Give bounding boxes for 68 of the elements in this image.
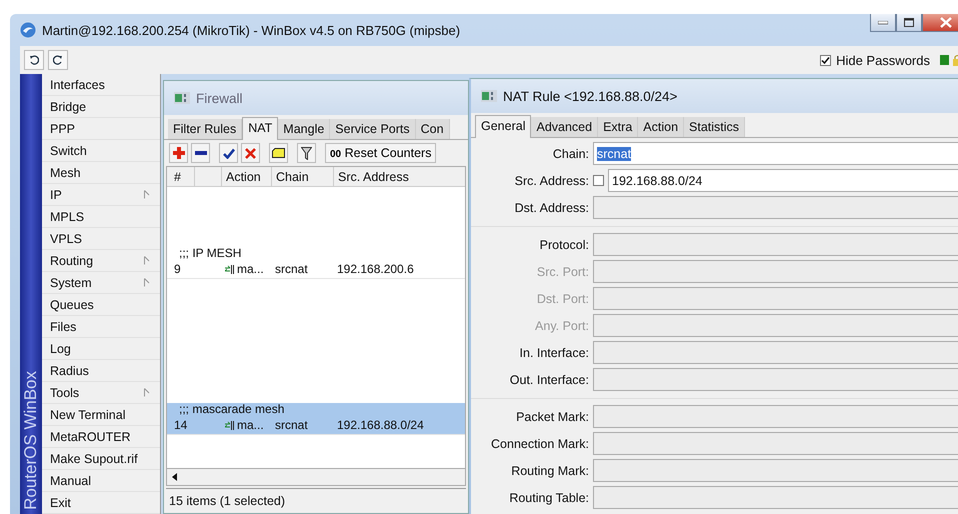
window-title: Martin@192.168.200.254 (MikroTik) - WinBox v4.5 on RB750G (mipsbe) bbox=[42, 22, 460, 38]
firewall-title: Firewall bbox=[196, 90, 243, 106]
hide-passwords-checkbox[interactable]: Hide Passwords bbox=[820, 52, 930, 68]
field-label: Routing Table: bbox=[508, 490, 589, 504]
table-cell: ma... bbox=[237, 418, 264, 432]
tab[interactable]: Action bbox=[638, 117, 684, 137]
menu-item[interactable]: Bridge bbox=[42, 96, 160, 118]
menu-item[interactable]: New Terminal bbox=[42, 404, 160, 426]
menu-item[interactable]: Queues bbox=[42, 294, 160, 316]
field-label: Dst. Address: bbox=[514, 200, 589, 214]
menu-item[interactable]: Interfaces bbox=[42, 74, 160, 96]
tab[interactable]: Service Ports bbox=[330, 119, 416, 139]
menu-item[interactable]: Mesh bbox=[42, 162, 160, 184]
tab[interactable]: Statistics bbox=[684, 117, 746, 137]
input-field[interactable]: 192.168.88.0/24 bbox=[608, 169, 958, 192]
table-cell-text: srcnat bbox=[274, 418, 309, 432]
table-cell-text: 192.168.200.6 bbox=[336, 262, 415, 276]
menu-item[interactable]: Switch bbox=[42, 140, 160, 162]
tab[interactable]: Advanced bbox=[531, 117, 598, 137]
tab[interactable]: NAT bbox=[242, 117, 278, 140]
column-header[interactable]: Action bbox=[222, 167, 272, 186]
table-cell-text: 9 bbox=[173, 262, 182, 276]
tab[interactable]: Filter Rules bbox=[168, 119, 242, 139]
table-cell-text: 14 bbox=[173, 418, 188, 432]
input-field[interactable]: srcnat bbox=[593, 142, 958, 165]
field-label: Protocol: bbox=[538, 238, 589, 252]
table-cell-text: 192.168.88.0/24 bbox=[336, 418, 425, 432]
column-header[interactable]: Src. Address bbox=[334, 167, 465, 186]
field-label: Packet Mark: bbox=[515, 410, 589, 424]
tab[interactable]: Extra bbox=[598, 117, 638, 137]
tab[interactable]: General bbox=[475, 115, 532, 138]
field-label: Routing Mark: bbox=[510, 464, 589, 478]
field-label: Out. Interface: bbox=[508, 372, 589, 386]
field-label: Dst. Port: bbox=[536, 292, 589, 306]
table-cell-text: srcnat bbox=[274, 262, 309, 276]
tab[interactable]: Con bbox=[416, 119, 450, 139]
menu-item[interactable]: Routing bbox=[42, 250, 160, 272]
menu-item[interactable]: Log bbox=[42, 338, 160, 360]
menu-item[interactable]: IP bbox=[42, 184, 160, 206]
reset-counters-button[interactable]: 00 Reset Counters bbox=[325, 143, 436, 163]
menu-item[interactable]: Manual bbox=[42, 470, 160, 492]
menu-item[interactable]: Make Supout.rif bbox=[42, 448, 160, 470]
rule-comment: ;;; mascarade mesh bbox=[178, 403, 286, 416]
field-label: Src. Port: bbox=[536, 264, 589, 278]
table-cell: ma... bbox=[237, 262, 264, 276]
table-row[interactable]: ;;; mascarade mesh 14 ma... srcnat 192.168.88.0/24 bbox=[167, 403, 465, 435]
status-text: 15 items (1 selected) bbox=[166, 488, 466, 513]
field-label: Any. Port: bbox=[534, 318, 589, 332]
field-label: Chain: bbox=[552, 146, 589, 160]
field-label: In. Interface: bbox=[518, 346, 589, 360]
tab[interactable]: Mangle bbox=[278, 119, 330, 139]
menu-item[interactable]: MPLS bbox=[42, 206, 160, 228]
menu-item[interactable]: Radius bbox=[42, 360, 160, 382]
menu-item[interactable]: Exit bbox=[42, 492, 160, 514]
field-label: Src. Address: bbox=[514, 174, 589, 188]
field-label: Connection Mark: bbox=[490, 436, 589, 450]
nat-rule-title: NAT Rule <192.168.88.0/24> bbox=[503, 88, 678, 104]
menu-item[interactable]: System bbox=[42, 272, 160, 294]
brand-label: RouterOS WinBox bbox=[21, 371, 41, 510]
menu-item[interactable]: PPP bbox=[42, 118, 160, 140]
table-row[interactable]: ;;; IP MESH 9 ma... srcnat 192.168.200.6 bbox=[167, 247, 465, 279]
rule-comment: ;;; IP MESH bbox=[178, 247, 242, 260]
column-header[interactable]: Chain bbox=[272, 167, 334, 186]
column-header[interactable]: # bbox=[167, 167, 195, 186]
menu-item[interactable]: VPLS bbox=[42, 228, 160, 250]
menu-item[interactable]: MetaROUTER bbox=[42, 426, 160, 448]
menu-item[interactable]: Tools bbox=[42, 382, 160, 404]
menu-item[interactable]: Files bbox=[42, 316, 160, 338]
